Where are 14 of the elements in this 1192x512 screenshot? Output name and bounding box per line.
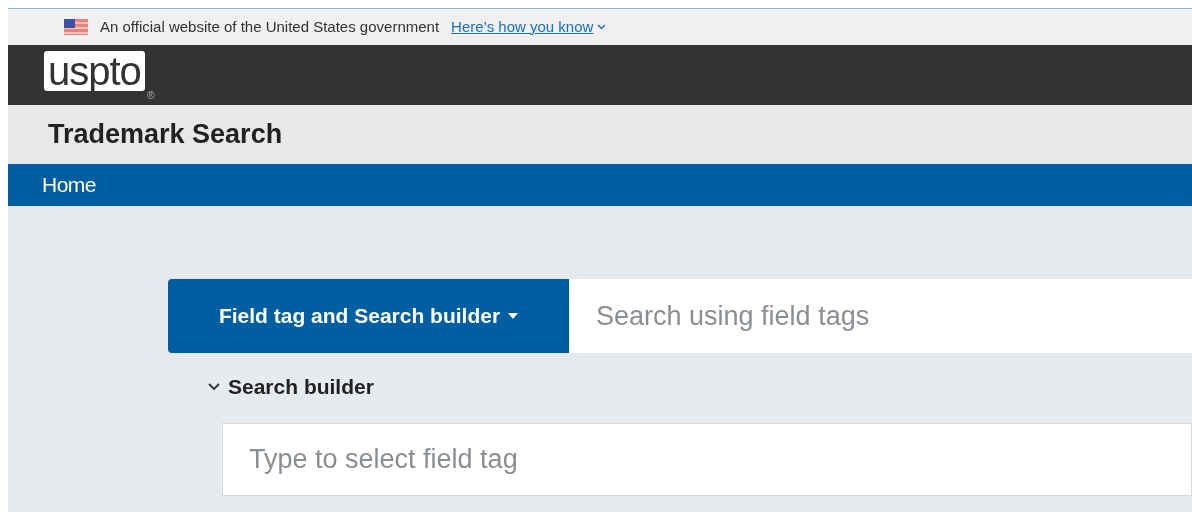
search-mode-button[interactable]: Field tag and Search builder <box>168 279 569 353</box>
chevron-down-icon <box>597 24 607 30</box>
registered-mark: ® <box>146 88 155 103</box>
chevron-icon <box>208 382 220 391</box>
gov-banner-text: An official website of the United States government <box>100 16 440 37</box>
search-builder-toggle[interactable]: Search builder <box>208 371 374 403</box>
nav-link[interactable]: Home <box>42 169 96 201</box>
how-you-know-link[interactable]: Here’s how you know <box>451 15 607 39</box>
uspto-logo[interactable]: uspto <box>44 51 145 91</box>
page-title: Trademark Search <box>48 118 283 152</box>
search-field[interactable]: Search using field tags <box>569 279 1192 353</box>
field-tag-input[interactable]: Type to select field tag <box>222 422 1192 496</box>
us-flag-icon <box>64 19 88 35</box>
caret-icon <box>508 313 519 319</box>
